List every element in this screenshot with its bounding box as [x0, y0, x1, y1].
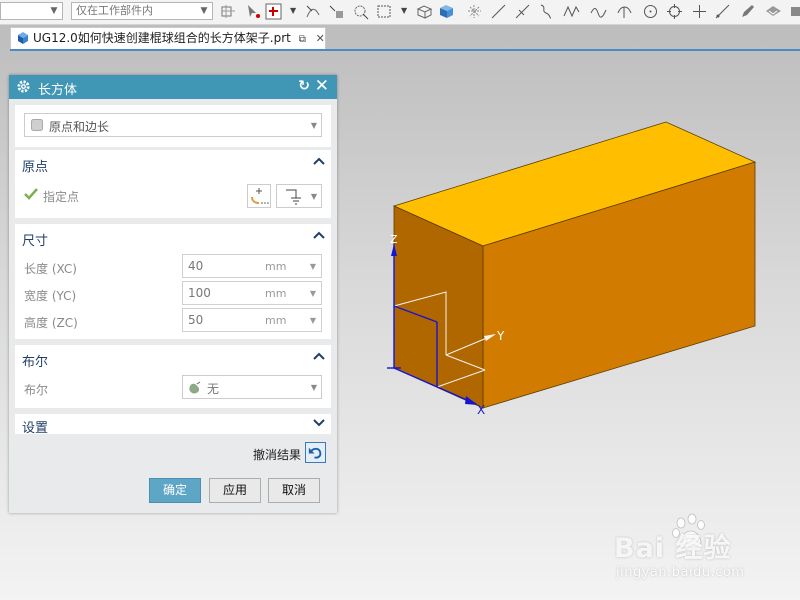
checkmark-icon: [24, 188, 38, 200]
rectangle-select-icon[interactable]: [376, 3, 393, 20]
width-label: 宽度 (YC): [24, 289, 77, 303]
chevron-down-icon: ▼: [310, 192, 317, 201]
watermark-url: jingyan.baidu.com: [616, 565, 745, 580]
snap-point-icon[interactable]: [265, 3, 282, 20]
length-unit: mm: [265, 260, 287, 273]
length-input[interactable]: 40 mm ▼: [182, 254, 322, 278]
chevron-down-icon: ▼: [310, 383, 317, 392]
boolean-header[interactable]: 布尔: [15, 345, 331, 371]
lasso-select-icon[interactable]: [352, 3, 369, 20]
boolean-value: 无: [207, 382, 220, 396]
arc-icon[interactable]: [616, 3, 633, 20]
specify-point-label: 指定点: [43, 190, 80, 204]
length-value: 40: [188, 259, 204, 273]
chevron-up-icon[interactable]: [313, 155, 325, 167]
chevron-down-icon[interactable]: ▼: [401, 6, 407, 15]
point-cloud-icon[interactable]: [466, 3, 483, 20]
boolean-header-label: 布尔: [22, 355, 49, 370]
dimensions-header[interactable]: 尺寸: [15, 224, 331, 250]
undo-result-button[interactable]: [305, 442, 326, 463]
point-dialog-button[interactable]: [247, 184, 271, 208]
width-unit: mm: [265, 287, 287, 300]
dialog-header[interactable]: 长方体 ↻ ✕: [9, 75, 337, 99]
type-value: 原点和边长: [49, 120, 110, 134]
undo-result-label: 撤消结果: [253, 448, 302, 462]
boolean-none-icon: [189, 381, 201, 394]
shaded-view-icon[interactable]: [438, 3, 455, 20]
point-type-dropdown[interactable]: ▼: [276, 184, 322, 208]
boolean-label: 布尔: [24, 383, 49, 397]
wireframe-view-icon[interactable]: [416, 3, 433, 20]
reset-icon[interactable]: ↻: [298, 78, 310, 94]
spline-icon[interactable]: [563, 3, 580, 20]
measure-line-icon[interactable]: [714, 3, 731, 20]
axis-label-x: X: [477, 403, 485, 417]
width-input[interactable]: 100 mm ▼: [182, 281, 322, 305]
dimensions-header-label: 尺寸: [22, 234, 49, 249]
settings-header[interactable]: 设置: [15, 414, 331, 436]
height-input[interactable]: 50 mm ▼: [182, 308, 322, 332]
pencil-icon[interactable]: [739, 3, 756, 20]
boolean-panel: 布尔 布尔 无 ▼: [15, 345, 331, 408]
ok-button[interactable]: 确定: [149, 478, 201, 503]
curve-select-icon[interactable]: [305, 3, 322, 20]
selection-filter-dropdown[interactable]: ▼: [0, 2, 63, 20]
baidu-watermark: Bai 经验 jingyan.baidu.com: [612, 512, 800, 600]
watermark-brand: Bai 经验: [614, 533, 732, 564]
chevron-down-icon[interactable]: [313, 417, 325, 429]
inferred-point-icon: [286, 189, 301, 205]
point-plus-icon[interactable]: [691, 3, 708, 20]
height-label: 高度 (ZC): [24, 316, 78, 330]
trim-line-icon[interactable]: [514, 3, 531, 20]
line-icon[interactable]: [490, 3, 507, 20]
bridge-curve-icon[interactable]: [538, 3, 555, 20]
dialog-title: 长方体: [38, 83, 78, 98]
height-value: 50: [188, 313, 204, 327]
block-dialog: 长方体 ↻ ✕ 原点和边长 ▼ 原点 指定点 ▼ 尺寸 长度 (XC) 40 m…: [9, 75, 337, 513]
origin-header[interactable]: 原点: [15, 150, 331, 176]
point-constructor-icon: [251, 188, 269, 204]
snap-settings-icon[interactable]: [220, 3, 237, 20]
cancel-button[interactable]: 取消: [268, 478, 320, 503]
chevron-down-icon[interactable]: ▼: [310, 316, 316, 325]
close-icon[interactable]: ✕: [315, 76, 329, 96]
chevron-down-icon[interactable]: ▼: [310, 262, 316, 271]
circle-point-icon[interactable]: [666, 3, 683, 20]
top-toolbar: ▼ 仅在工作部件内 ▼ ▼ ▼: [0, 0, 800, 25]
curve-wave-icon[interactable]: [590, 3, 607, 20]
settings-header-label: 设置: [22, 421, 49, 436]
chevron-down-icon[interactable]: ▼: [290, 6, 296, 15]
axis-label-z: Z: [390, 233, 398, 246]
chevron-up-icon[interactable]: [313, 229, 325, 241]
height-unit: mm: [265, 314, 287, 327]
axis-label-y: Y: [496, 329, 505, 343]
settings-panel: 设置: [15, 414, 331, 436]
circle-icon[interactable]: [642, 3, 659, 20]
type-panel: 原点和边长 ▼: [15, 105, 331, 147]
layer-icon[interactable]: [765, 3, 782, 20]
more-tools-icon[interactable]: [789, 3, 800, 20]
chevron-down-icon[interactable]: ▼: [310, 289, 316, 298]
dimensions-panel: 尺寸 长度 (XC) 40 mm ▼ 宽度 (YC) 100 mm ▼ 高度 (…: [15, 224, 331, 339]
selection-scope-dropdown[interactable]: 仅在工作部件内 ▼: [71, 2, 213, 20]
chevron-up-icon[interactable]: [313, 350, 325, 362]
undo-icon: [308, 447, 322, 459]
boolean-dropdown[interactable]: 无 ▼: [182, 375, 322, 399]
gear-icon[interactable]: [16, 79, 31, 94]
chevron-down-icon: ▼: [50, 6, 58, 16]
selection-scope-value: 仅在工作部件内: [76, 4, 153, 17]
chevron-down-icon: ▼: [310, 121, 317, 130]
length-label: 长度 (XC): [24, 262, 77, 276]
apply-button[interactable]: 应用: [209, 478, 261, 503]
type-dropdown[interactable]: 原点和边长 ▼: [24, 113, 322, 137]
select-cursor-icon[interactable]: [245, 3, 262, 20]
feature-select-icon[interactable]: [328, 3, 345, 20]
width-value: 100: [188, 286, 211, 300]
chevron-down-icon: ▼: [200, 6, 208, 16]
type-shape-icon: [31, 119, 43, 131]
origin-panel: 原点 指定点 ▼: [15, 150, 331, 218]
origin-header-label: 原点: [22, 160, 49, 175]
